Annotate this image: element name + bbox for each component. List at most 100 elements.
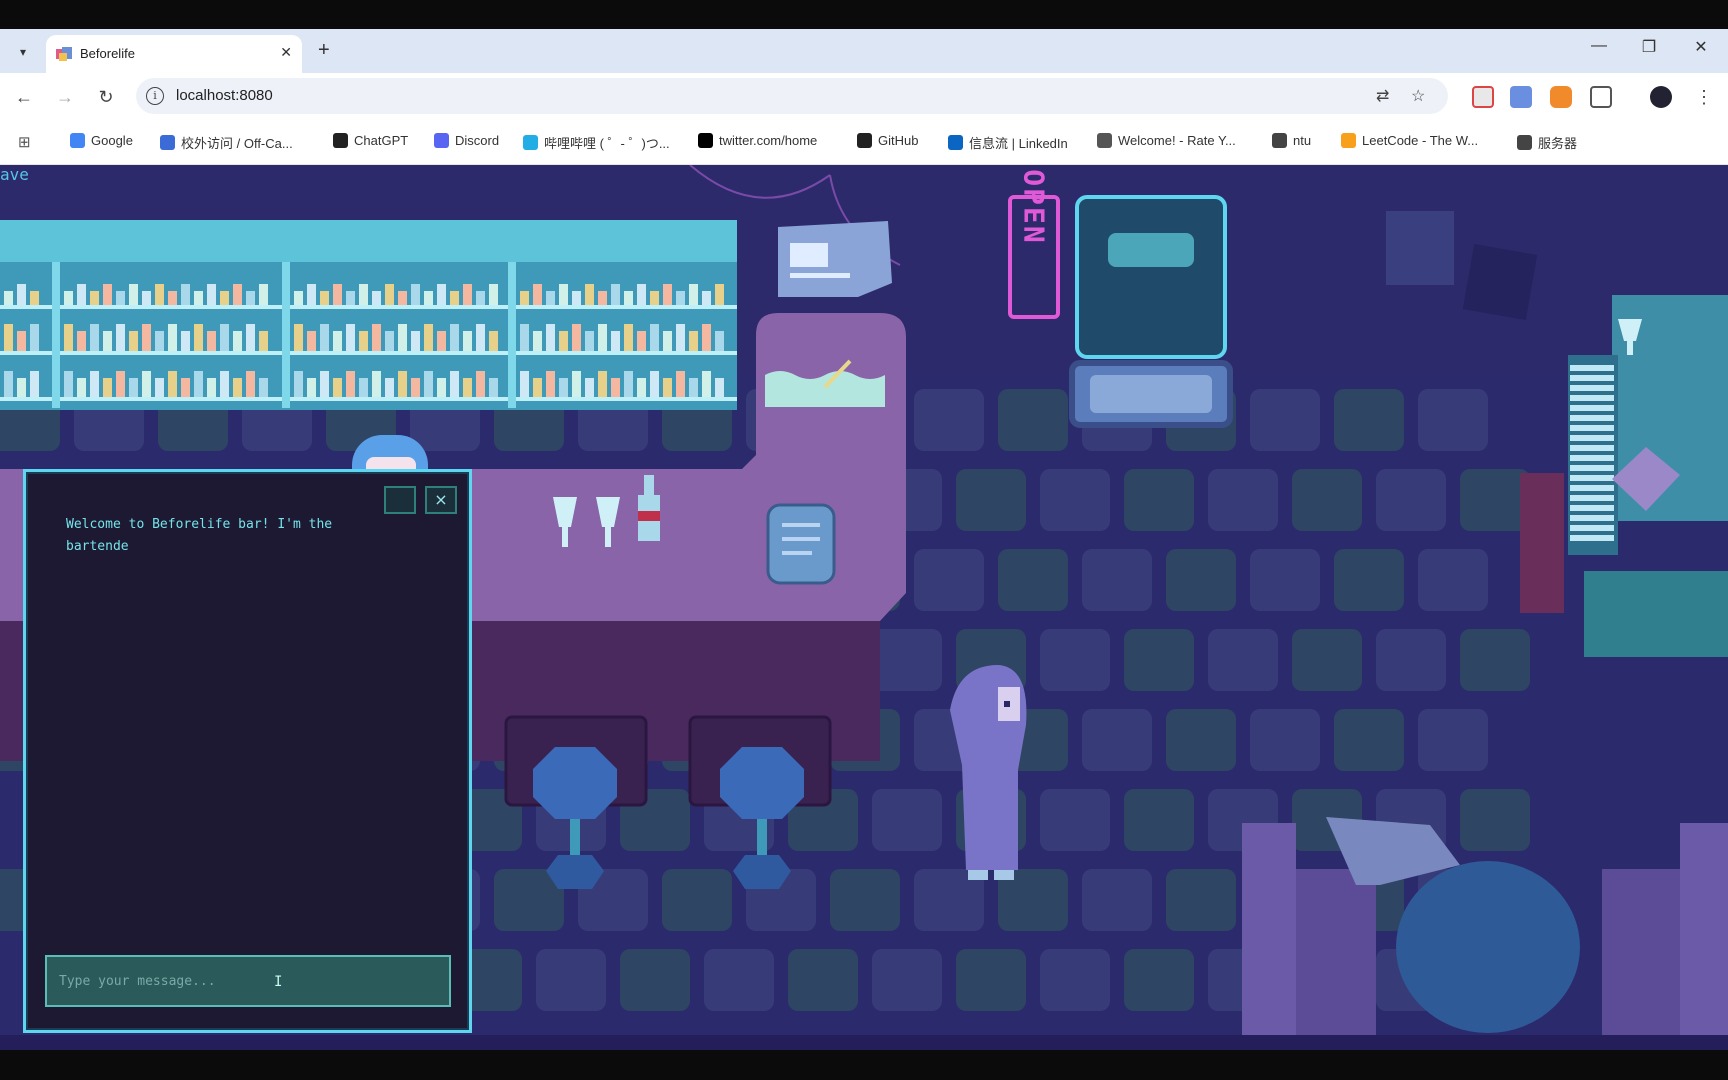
shelf-bottle bbox=[559, 378, 568, 397]
translate-extension-icon[interactable] bbox=[1510, 86, 1532, 108]
shelf-bottle bbox=[411, 284, 420, 305]
floor-tile bbox=[1208, 629, 1278, 691]
shelf-bottle bbox=[676, 371, 685, 397]
site-info-icon[interactable]: i bbox=[146, 87, 164, 105]
restore-icon[interactable]: ❐ bbox=[1634, 37, 1664, 57]
shelf-bottle bbox=[611, 378, 620, 397]
shelf-bottle bbox=[259, 331, 268, 351]
game-canvas[interactable]: OPEN ave × Welcome to Beforelife bar! I'… bbox=[0, 165, 1728, 1050]
shelf-bottle bbox=[437, 284, 446, 305]
url-text[interactable]: localhost:8080 bbox=[176, 87, 273, 104]
browser-window: ▾ Beforelife ✕ + — ❐ ✕ ← → ↻ i localhost… bbox=[0, 29, 1728, 165]
bookmark-item[interactable]: Welcome! - Rate Y... bbox=[1097, 133, 1236, 148]
shelf-bottle bbox=[346, 291, 355, 305]
shelf-bottle bbox=[572, 291, 581, 305]
shelf-bottle bbox=[359, 378, 368, 397]
shelf-bottle bbox=[533, 331, 542, 351]
bookmark-label: ChatGPT bbox=[354, 133, 409, 148]
metamask-extension-icon[interactable] bbox=[1550, 86, 1572, 108]
piano-key bbox=[1570, 435, 1614, 441]
window-close-icon[interactable]: ✕ bbox=[1686, 37, 1716, 57]
floor-tile bbox=[914, 389, 984, 451]
shelf-bottle bbox=[624, 324, 633, 351]
new-tab-button[interactable]: + bbox=[318, 39, 330, 62]
shelf-bottle bbox=[611, 284, 620, 305]
extensions-puzzle-icon[interactable] bbox=[1590, 86, 1612, 108]
bookmark-star-icon[interactable]: ☆ bbox=[1411, 86, 1425, 106]
piano-key bbox=[1570, 475, 1614, 481]
shelf-bottle bbox=[90, 291, 99, 305]
minimize-icon[interactable]: — bbox=[1584, 37, 1614, 55]
gmail-extension-icon[interactable] bbox=[1472, 86, 1494, 108]
floor-tile bbox=[662, 869, 732, 931]
chat-message-input[interactable] bbox=[45, 955, 451, 1007]
floor-tile bbox=[1250, 389, 1320, 451]
bookmarks-bar: ⊞ Google 校外访问 / Off-Ca... ChatGPT Discord 哔哩… bbox=[0, 121, 1728, 165]
tab-close-icon[interactable]: ✕ bbox=[280, 44, 292, 61]
address-bar[interactable]: i localhost:8080 ⇄ ☆ bbox=[136, 78, 1448, 114]
shelf-bottle bbox=[424, 291, 433, 305]
shelf-bottle bbox=[489, 331, 498, 351]
translate-icon[interactable]: ⇄ bbox=[1376, 86, 1389, 106]
bookmark-label: 信息流 | LinkedIn bbox=[969, 136, 1068, 151]
piano-key bbox=[1570, 405, 1614, 411]
shelf-bottle bbox=[307, 378, 316, 397]
shelf-bottle bbox=[637, 284, 646, 305]
floor-tile bbox=[1124, 469, 1194, 531]
shelf-bottle bbox=[689, 331, 698, 351]
forward-icon[interactable]: → bbox=[51, 83, 79, 111]
shelf-bottle bbox=[650, 291, 659, 305]
reload-icon[interactable]: ↻ bbox=[92, 83, 120, 111]
floor-tile bbox=[1040, 629, 1110, 691]
shelf-bottle bbox=[30, 324, 39, 351]
chat-close-button[interactable]: × bbox=[425, 486, 457, 514]
shelf-bottle bbox=[116, 371, 125, 397]
bookmark-item[interactable]: LeetCode - The W... bbox=[1341, 133, 1478, 148]
shelf-bottle bbox=[520, 371, 529, 397]
shelf-bottle bbox=[398, 324, 407, 351]
bookmark-item[interactable]: Discord bbox=[434, 133, 499, 148]
shelf-bottle bbox=[168, 291, 177, 305]
bookmark-item[interactable]: twitter.com/home bbox=[698, 133, 817, 148]
floor-tile bbox=[1418, 709, 1488, 771]
shelf-bottle bbox=[333, 284, 342, 305]
shelf-bottle bbox=[181, 284, 190, 305]
floor-tile bbox=[1418, 549, 1488, 611]
shelf-bottle bbox=[168, 371, 177, 397]
menu-kebab-icon[interactable]: ⋮ bbox=[1690, 83, 1718, 111]
entrance-door bbox=[1069, 195, 1233, 428]
bookmark-item[interactable]: 服务器 bbox=[1517, 133, 1577, 152]
bookmark-favicon-icon bbox=[160, 135, 175, 150]
bookmark-favicon-icon bbox=[1341, 133, 1356, 148]
bookmark-item[interactable]: Google bbox=[70, 133, 133, 148]
chat-dialog: × Welcome to Beforelife bar! I'm the bar… bbox=[23, 469, 472, 1033]
bookmark-item[interactable]: 校外访问 / Off-Ca... bbox=[160, 133, 293, 152]
bookmark-item[interactable]: GitHub bbox=[857, 133, 918, 148]
piano-key bbox=[1570, 525, 1614, 531]
chat-minimize-button[interactable] bbox=[384, 486, 416, 514]
bookmark-item[interactable]: 信息流 | LinkedIn bbox=[948, 133, 1068, 152]
floor-tile bbox=[830, 869, 900, 931]
floor-tile bbox=[788, 949, 858, 1011]
shelf-bottle bbox=[4, 324, 13, 351]
save-button[interactable]: ave bbox=[0, 165, 29, 184]
bookmark-label: 校外访问 / Off-Ca... bbox=[181, 136, 293, 151]
floor-tile bbox=[1040, 789, 1110, 851]
shelf-bottle bbox=[385, 331, 394, 351]
shelf-bottle bbox=[207, 284, 216, 305]
floor-tile bbox=[956, 949, 1026, 1011]
bookmark-item[interactable]: ntu bbox=[1272, 133, 1311, 148]
back-icon[interactable]: ← bbox=[10, 83, 38, 111]
floor-tile bbox=[998, 389, 1068, 451]
bookmark-item[interactable]: 哔哩哔哩 ( ゜- ゜)つ... bbox=[523, 133, 670, 152]
bookmark-item[interactable]: ChatGPT bbox=[333, 133, 408, 148]
tab-beforelife[interactable]: Beforelife ✕ bbox=[46, 35, 302, 73]
tab-search-button[interactable]: ▾ bbox=[10, 39, 36, 65]
apps-grid-icon[interactable]: ⊞ bbox=[18, 133, 31, 151]
profile-avatar[interactable] bbox=[1650, 86, 1672, 108]
shelf-bottle bbox=[320, 291, 329, 305]
piano-key bbox=[1570, 465, 1614, 471]
floor-tile bbox=[1376, 469, 1446, 531]
piano-key bbox=[1570, 505, 1614, 511]
shelf-bottle bbox=[233, 331, 242, 351]
